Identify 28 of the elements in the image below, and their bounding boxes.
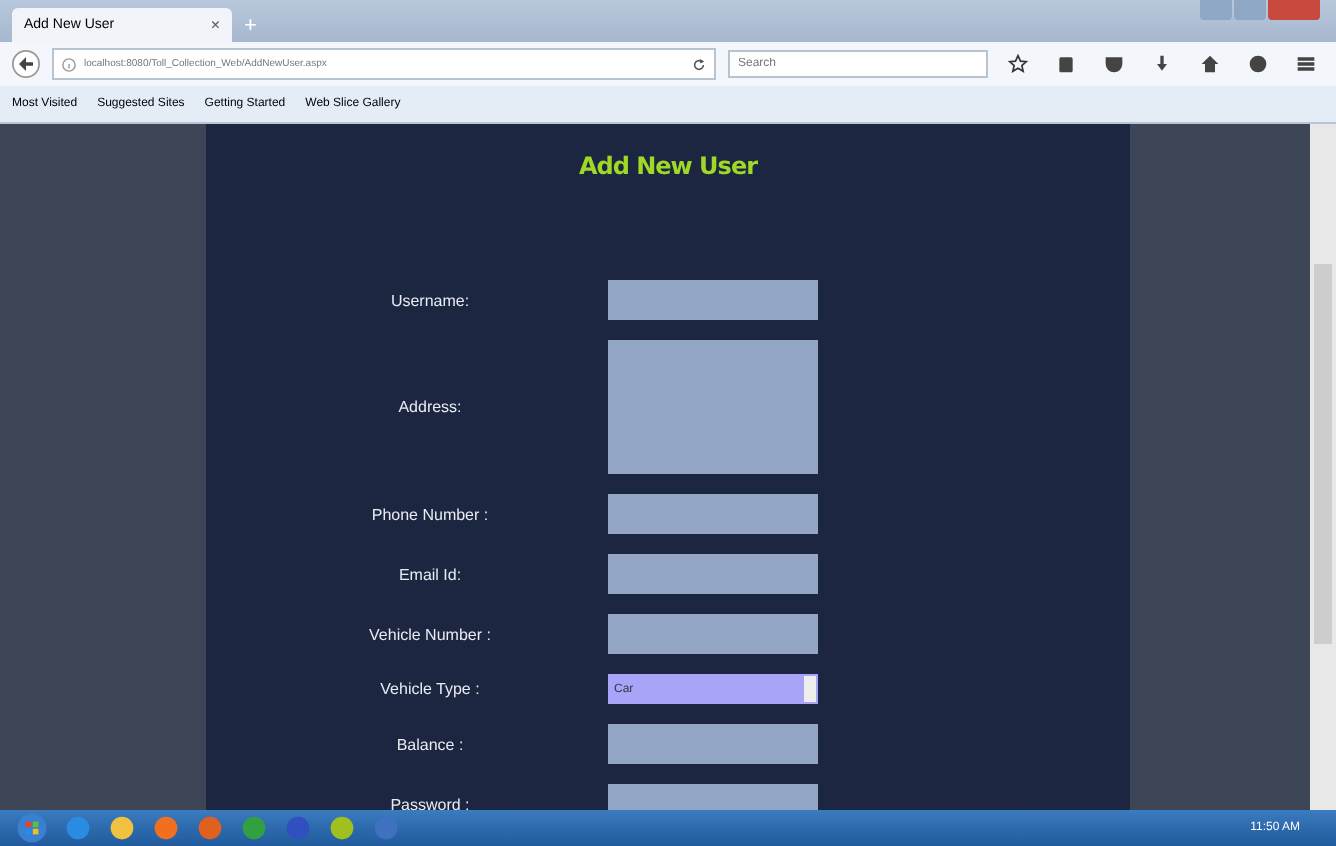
field-label: Address: — [396, 398, 464, 416]
maximize-button[interactable] — [1234, 0, 1266, 20]
minimize-button[interactable] — [1200, 0, 1232, 20]
address-textarea[interactable] — [608, 340, 818, 474]
input-field[interactable] — [608, 280, 818, 320]
tab-close-button[interactable]: × — [210, 16, 220, 34]
page-title: Add New User — [576, 152, 760, 180]
field-label: Username: — [388, 291, 472, 309]
field-label: Email Id: — [396, 565, 464, 583]
menu-icon[interactable] — [1296, 54, 1316, 74]
field-label: Phone Number : — [369, 505, 491, 523]
input-field[interactable] — [608, 494, 818, 534]
start-button[interactable] — [16, 812, 48, 844]
close-button[interactable] — [1268, 0, 1320, 20]
reload-icon[interactable] — [692, 57, 706, 71]
scrollbar[interactable] — [1310, 124, 1336, 810]
input-field[interactable] — [608, 554, 818, 594]
field-label: Vehicle Type : — [378, 680, 482, 698]
field-label: Vehicle Number : — [367, 625, 493, 643]
download-icon[interactable] — [1152, 54, 1172, 74]
input-field[interactable] — [608, 724, 818, 764]
info-icon[interactable] — [62, 57, 76, 71]
input-field[interactable] — [608, 614, 818, 654]
field-label: Balance : — [394, 735, 466, 753]
bookmark-star-icon[interactable] — [1008, 54, 1028, 74]
field-label: Password : — [388, 795, 472, 810]
home-icon[interactable] — [1200, 54, 1220, 74]
back-icon[interactable] — [12, 50, 40, 78]
